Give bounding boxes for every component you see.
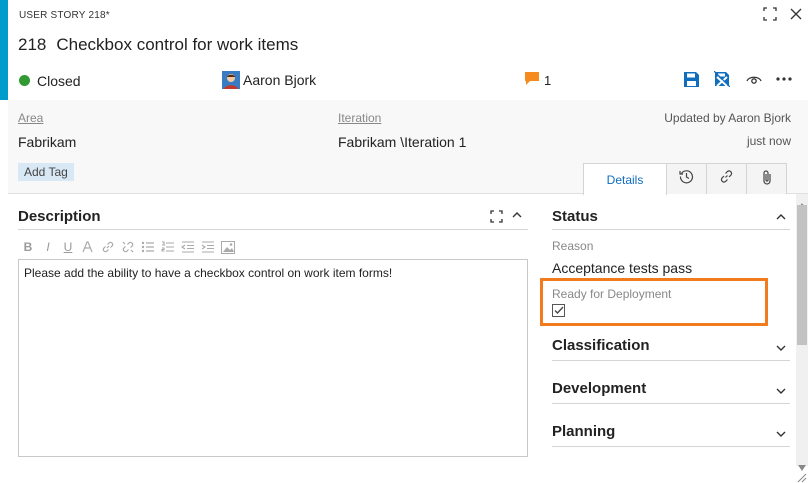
- comment-count: 1: [544, 72, 552, 88]
- development-heading[interactable]: Development: [552, 380, 646, 397]
- reason-label: Reason: [552, 239, 594, 253]
- page-tabs: Details: [583, 163, 787, 195]
- state-dropdown[interactable]: Closed: [37, 73, 81, 89]
- expand-development-icon[interactable]: [776, 387, 786, 398]
- area-field[interactable]: Fabrikam: [18, 134, 76, 150]
- work-item-type-color-bar: [0, 0, 8, 100]
- discussion-count-button[interactable]: 1: [525, 72, 551, 88]
- iteration-field[interactable]: Fabrikam \Iteration 1: [338, 134, 466, 150]
- divider: [552, 403, 790, 404]
- work-item-title-text: Checkbox control for work items: [56, 35, 299, 54]
- work-item-title[interactable]: 218 Checkbox control for work items: [18, 35, 298, 55]
- work-item-type-label: USER STORY 218*: [19, 10, 110, 21]
- close-icon[interactable]: [788, 6, 804, 22]
- classification-heading[interactable]: Classification: [552, 337, 650, 354]
- divider: [18, 229, 528, 230]
- divider: [552, 360, 790, 361]
- history-icon: [679, 169, 694, 189]
- description-heading: Description: [18, 208, 101, 225]
- tab-links[interactable]: [706, 163, 747, 194]
- add-tag-button[interactable]: Add Tag: [18, 163, 74, 181]
- updated-by-text[interactable]: Updated by Aaron Bjork: [664, 111, 791, 125]
- expand-planning-icon[interactable]: [776, 430, 786, 441]
- iteration-label: Iteration: [338, 111, 382, 125]
- italic-button[interactable]: I: [41, 240, 55, 254]
- description-editor[interactable]: Please add the ability to have a checkbo…: [18, 259, 528, 457]
- ready-for-deployment-checkbox[interactable]: [552, 304, 565, 317]
- highlight-icon[interactable]: [81, 240, 95, 254]
- increase-indent-icon[interactable]: [201, 240, 215, 254]
- rich-text-toolbar: B I U: [21, 240, 235, 254]
- divider: [552, 446, 790, 447]
- planning-heading[interactable]: Planning: [552, 423, 615, 440]
- tab-details[interactable]: Details: [583, 163, 667, 195]
- unlink-icon[interactable]: [121, 240, 135, 254]
- reason-field[interactable]: Acceptance tests pass: [552, 260, 692, 276]
- tab-history[interactable]: [666, 163, 707, 194]
- numbered-list-icon[interactable]: [161, 240, 175, 254]
- ready-for-deployment-label: Ready for Deployment: [552, 287, 672, 301]
- save-and-close-icon[interactable]: [713, 70, 731, 88]
- highlight-box: [540, 278, 768, 326]
- assigned-to-field[interactable]: Aaron Bjork: [243, 72, 316, 88]
- more-actions-icon[interactable]: [775, 70, 793, 88]
- underline-button[interactable]: U: [61, 240, 75, 254]
- bold-button[interactable]: B: [21, 240, 35, 254]
- avatar: [222, 71, 240, 89]
- work-item-id: 218: [18, 35, 47, 54]
- updated-time-text: just now: [746, 134, 791, 148]
- tab-attachments[interactable]: [746, 163, 787, 194]
- area-label: Area: [18, 111, 44, 125]
- expand-classification-icon[interactable]: [776, 344, 786, 355]
- scrollbar-thumb[interactable]: [797, 205, 807, 345]
- save-icon[interactable]: [682, 70, 700, 88]
- collapse-status-icon[interactable]: [776, 213, 786, 224]
- bulleted-list-icon[interactable]: [141, 240, 155, 254]
- state-indicator-icon: [19, 75, 30, 86]
- insert-image-icon[interactable]: [221, 240, 235, 254]
- status-heading: Status: [552, 208, 598, 225]
- resize-grip-icon[interactable]: [795, 470, 807, 483]
- maximize-icon[interactable]: [490, 210, 504, 224]
- collapse-description-icon[interactable]: [512, 211, 522, 222]
- comment-icon: [525, 72, 539, 88]
- maximize-icon[interactable]: [762, 6, 778, 22]
- link-icon: [719, 169, 734, 189]
- attachment-icon: [761, 169, 773, 190]
- link-icon[interactable]: [101, 240, 115, 254]
- decrease-indent-icon[interactable]: [181, 240, 195, 254]
- divider: [552, 229, 790, 230]
- follow-icon[interactable]: [745, 70, 763, 88]
